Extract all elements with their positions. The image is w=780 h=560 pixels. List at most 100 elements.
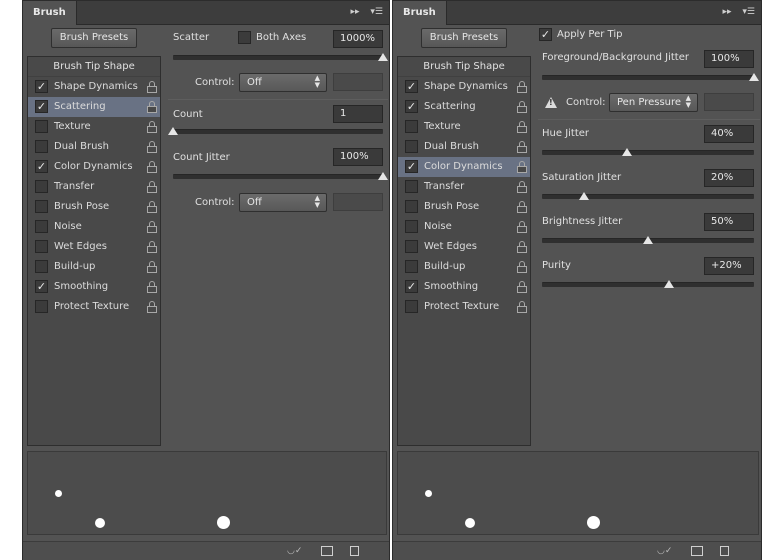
sidebar-checkbox[interactable] <box>35 260 48 273</box>
sidebar-item-transfer[interactable]: Transfer <box>398 177 530 197</box>
sidebar-checkbox[interactable] <box>35 120 48 133</box>
sidebar-item-wet-edges[interactable]: Wet Edges <box>28 237 160 257</box>
brightness-jitter-slider-handle[interactable] <box>643 236 653 244</box>
fg-bg-jitter-value-field[interactable]: 100% <box>704 50 754 68</box>
tab-brush[interactable]: Brush <box>23 1 77 25</box>
lock-icon[interactable] <box>147 301 157 313</box>
count-jitter-slider-track[interactable] <box>173 172 388 180</box>
sidebar-item-dual-brush[interactable]: Dual Brush <box>398 137 530 157</box>
sidebar-checkbox[interactable] <box>405 140 418 153</box>
count-control-select[interactable]: Off ▲ ▼ <box>239 193 327 212</box>
fg-control-select[interactable]: Pen Pressure ▲ ▼ <box>609 93 698 112</box>
brush-presets-button[interactable]: Brush Presets <box>51 28 137 48</box>
sidebar-item-protect-texture[interactable]: Protect Texture <box>28 297 160 317</box>
sidebar-checkbox[interactable] <box>405 180 418 193</box>
lock-icon[interactable] <box>147 221 157 233</box>
sidebar-item-color-dynamics[interactable]: ✓ Color Dynamics <box>28 157 160 177</box>
sidebar-checkbox[interactable]: ✓ <box>35 80 48 93</box>
tab-brush[interactable]: Brush <box>393 1 447 25</box>
lock-icon[interactable] <box>517 201 527 213</box>
grid-icon[interactable] <box>691 546 703 556</box>
lock-icon[interactable] <box>517 241 527 253</box>
new-preset-icon[interactable] <box>720 546 729 556</box>
lock-icon[interactable] <box>147 241 157 253</box>
sidebar-item-smoothing[interactable]: ✓ Smoothing <box>398 277 530 297</box>
double-arrow-icon[interactable]: ▸▸ <box>350 7 359 17</box>
brush-tip-shape-item[interactable]: Brush Tip Shape <box>28 57 160 77</box>
lock-icon[interactable] <box>147 141 157 153</box>
lock-icon[interactable] <box>147 181 157 193</box>
sidebar-checkbox[interactable] <box>35 180 48 193</box>
sidebar-item-scattering[interactable]: ✓ Scattering <box>398 97 530 117</box>
sidebar-item-transfer[interactable]: Transfer <box>28 177 160 197</box>
saturation-jitter-slider-track[interactable] <box>542 192 754 200</box>
sidebar-item-dual-brush[interactable]: Dual Brush <box>28 137 160 157</box>
sidebar-item-build-up[interactable]: Build-up <box>28 257 160 277</box>
sidebar-item-noise[interactable]: Noise <box>28 217 160 237</box>
sidebar-checkbox[interactable] <box>405 300 418 313</box>
hue-jitter-value-field[interactable]: 40% <box>704 125 754 143</box>
panel-menu-icon[interactable]: ▾☰ <box>370 7 383 17</box>
sidebar-checkbox[interactable] <box>405 220 418 233</box>
sidebar-item-brush-pose[interactable]: Brush Pose <box>28 197 160 217</box>
sidebar-checkbox[interactable] <box>35 240 48 253</box>
sidebar-item-scattering[interactable]: ✓ Scattering <box>28 97 160 117</box>
purity-slider-track[interactable] <box>542 280 754 288</box>
sidebar-item-shape-dynamics[interactable]: ✓ Shape Dynamics <box>28 77 160 97</box>
sidebar-checkbox[interactable] <box>35 220 48 233</box>
count-slider-handle[interactable] <box>168 127 178 135</box>
lock-icon[interactable] <box>517 181 527 193</box>
brush-presets-button[interactable]: Brush Presets <box>421 28 507 48</box>
brush-eye-icon[interactable]: ◡✓ <box>287 546 302 556</box>
fg-bg-jitter-slider-track[interactable] <box>542 73 759 81</box>
lock-icon[interactable] <box>147 101 157 113</box>
sidebar-item-wet-edges[interactable]: Wet Edges <box>398 237 530 257</box>
sidebar-checkbox[interactable] <box>35 140 48 153</box>
sidebar-checkbox[interactable] <box>405 200 418 213</box>
sidebar-item-smoothing[interactable]: ✓ Smoothing <box>28 277 160 297</box>
sidebar-checkbox[interactable]: ✓ <box>405 80 418 93</box>
fg-bg-jitter-slider-handle[interactable] <box>749 73 759 81</box>
lock-icon[interactable] <box>517 221 527 233</box>
sidebar-item-color-dynamics[interactable]: ✓ Color Dynamics <box>398 157 530 177</box>
sidebar-item-texture[interactable]: Texture <box>28 117 160 137</box>
apply-per-tip-checkbox[interactable]: ✓ <box>539 28 552 41</box>
panel-menu-icon[interactable]: ▾☰ <box>742 7 755 17</box>
purity-value-field[interactable]: +20% <box>704 257 754 275</box>
scatter-value-field[interactable]: 1000% <box>333 30 383 48</box>
sidebar-item-texture[interactable]: Texture <box>398 117 530 137</box>
lock-icon[interactable] <box>147 161 157 173</box>
sidebar-item-noise[interactable]: Noise <box>398 217 530 237</box>
sidebar-item-build-up[interactable]: Build-up <box>398 257 530 277</box>
grid-icon[interactable] <box>321 546 333 556</box>
purity-slider-handle[interactable] <box>664 280 675 288</box>
sidebar-item-shape-dynamics[interactable]: ✓ Shape Dynamics <box>398 77 530 97</box>
scatter-control-select[interactable]: Off ▲ ▼ <box>239 73 327 92</box>
lock-icon[interactable] <box>517 101 527 113</box>
sidebar-checkbox[interactable]: ✓ <box>405 160 418 173</box>
brightness-jitter-value-field[interactable]: 50% <box>704 213 754 231</box>
hue-jitter-slider-track[interactable] <box>542 148 754 156</box>
sidebar-checkbox[interactable]: ✓ <box>35 280 48 293</box>
lock-icon[interactable] <box>517 261 527 273</box>
sidebar-checkbox[interactable] <box>405 260 418 273</box>
sidebar-item-brush-pose[interactable]: Brush Pose <box>398 197 530 217</box>
double-arrow-icon[interactable]: ▸▸ <box>722 7 731 17</box>
count-value-field[interactable]: 1 <box>333 105 383 123</box>
scatter-slider-handle[interactable] <box>378 53 388 61</box>
sidebar-checkbox[interactable] <box>35 200 48 213</box>
sidebar-checkbox[interactable] <box>405 120 418 133</box>
lock-icon[interactable] <box>517 121 527 133</box>
sidebar-checkbox[interactable]: ✓ <box>35 160 48 173</box>
count-slider-track[interactable] <box>168 127 383 135</box>
both-axes-checkbox[interactable] <box>238 31 251 44</box>
lock-icon[interactable] <box>517 161 527 173</box>
lock-icon[interactable] <box>147 201 157 213</box>
scatter-slider-track[interactable] <box>173 53 388 61</box>
sidebar-checkbox[interactable] <box>405 240 418 253</box>
lock-icon[interactable] <box>147 281 157 293</box>
sidebar-item-protect-texture[interactable]: Protect Texture <box>398 297 530 317</box>
new-preset-icon[interactable] <box>350 546 359 556</box>
lock-icon[interactable] <box>517 281 527 293</box>
count-jitter-value-field[interactable]: 100% <box>333 148 383 166</box>
